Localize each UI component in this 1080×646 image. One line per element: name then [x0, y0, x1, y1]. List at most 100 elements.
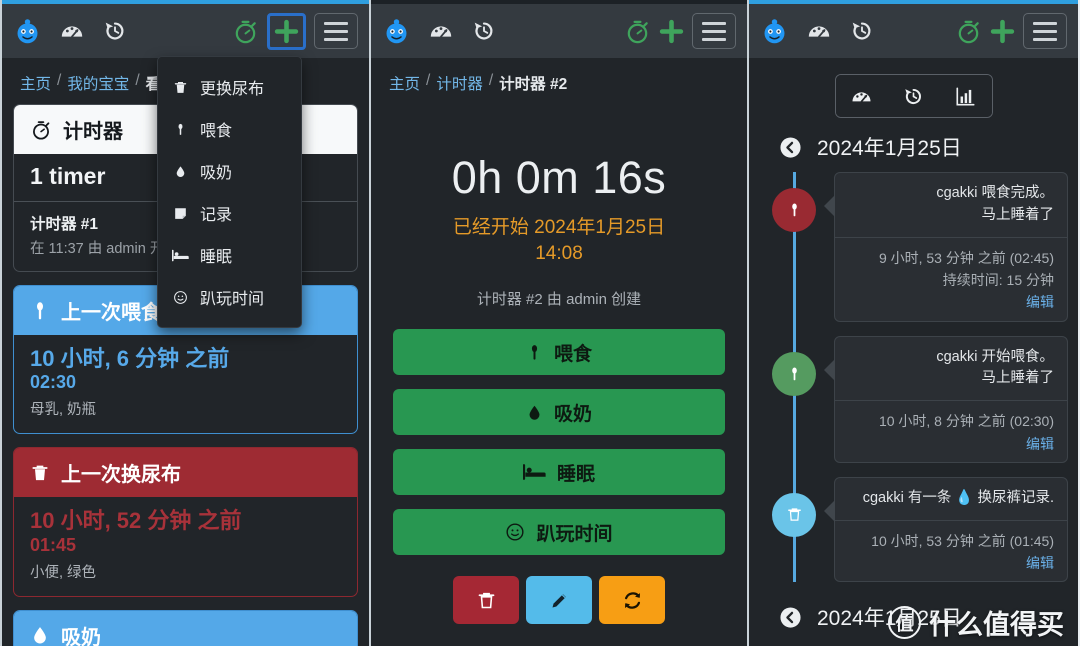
tummytime-button[interactable]: 趴玩时间	[393, 509, 725, 556]
last-feeding-title: 上一次喂食	[61, 302, 161, 324]
last-diaper-header: 上一次换尿布	[14, 448, 357, 498]
segment-dashboard[interactable]	[835, 75, 888, 117]
last-diaper-time: 01:45	[30, 534, 77, 555]
mid-breadcrumb: 主页 / 计时器 / 计时器 #2	[371, 58, 747, 104]
timeline-edit-link[interactable]: 编辑	[1026, 294, 1054, 310]
right-navbar	[749, 4, 1078, 58]
menu-item-note[interactable]: 记录	[158, 192, 301, 234]
stopwatch-icon[interactable]	[232, 18, 259, 45]
breadcrumb-baby[interactable]: 我的宝宝	[67, 72, 129, 94]
view-switcher	[749, 74, 1078, 118]
timeline-head-line1: cgakki 有一条 💧 换尿裤记录.	[862, 489, 1054, 506]
add-entry-button[interactable]	[659, 19, 684, 44]
middle-panel: 主页 / 计时器 / 计时器 #2 0h 0m 16s 已经开始 2024年1月…	[371, 0, 749, 646]
mid-navbar	[371, 4, 747, 58]
last-feeding-note: 母乳, 奶瓶	[30, 402, 97, 419]
timeline-head-line2: 马上睡着了	[981, 370, 1055, 387]
timeline-dot-feeding-end	[772, 188, 816, 232]
menu-item-tummytime[interactable]: 趴玩时间	[158, 276, 301, 318]
timeline-card-head: cgakki 有一条 💧 换尿裤记录.	[835, 478, 1067, 521]
refresh-icon	[624, 592, 640, 609]
mid-breadcrumb-home[interactable]: 主页	[389, 72, 420, 94]
stopwatch-icon[interactable]	[955, 18, 982, 45]
add-entry-dropdown-menu[interactable]: 更换尿布 喂食 吸奶 记录 睡眠 趴玩时间	[157, 56, 302, 328]
timeline-edit-link[interactable]: 编辑	[1026, 555, 1054, 571]
smiley-icon	[506, 523, 525, 541]
timer-started-line2: 14:08	[535, 242, 583, 264]
timeline-foot-time: 9 小时, 53 分钟 之前 (02:45)	[878, 249, 1054, 266]
menu-item-pumping[interactable]: 吸奶	[158, 150, 301, 192]
hamburger-icon[interactable]	[314, 13, 358, 49]
segment-timeline[interactable]	[887, 75, 940, 117]
gauge-icon[interactable]	[59, 18, 85, 44]
pencil-icon	[552, 593, 566, 608]
droplet-icon	[529, 405, 540, 420]
last-diaper-body: 10 小时, 52 分钟 之前 01:45 小便, 绿色	[14, 497, 357, 595]
hamburger-icon[interactable]	[692, 13, 736, 49]
menu-item-diaper[interactable]: 更换尿布	[158, 66, 301, 108]
menu-item-feeding[interactable]: 喂食	[158, 108, 301, 150]
chart-icon	[956, 86, 975, 106]
menu-item-note-label: 记录	[200, 207, 233, 224]
pumping-button[interactable]: 吸奶	[393, 389, 725, 436]
timeline-card-foot: 10 小时, 53 分钟 之前 (01:45) 编辑	[835, 521, 1067, 582]
timeline-entry: cgakki 有一条 💧 换尿裤记录. 10 小时, 53 分钟 之前 (01:…	[749, 476, 1078, 583]
delete-timer-button[interactable]	[453, 576, 519, 625]
baby-face-icon[interactable]	[13, 17, 42, 46]
trash-icon	[478, 592, 494, 609]
refresh-timer-button[interactable]	[599, 576, 665, 625]
baby-face-icon[interactable]	[760, 17, 789, 46]
watermark: 值 什么值得买	[888, 603, 1064, 642]
timer-card-title: 计时器	[63, 121, 123, 143]
menu-item-sleep-label: 睡眠	[200, 249, 233, 266]
last-pumping-header: 吸奶	[14, 610, 357, 646]
chevron-left-circle-icon[interactable]	[779, 606, 802, 629]
spoon-icon	[791, 367, 797, 380]
gauge-icon[interactable]	[806, 18, 832, 44]
timeline: cgakki 喂食完成。 马上睡着了 9 小时, 53 分钟 之前 (02:45…	[749, 172, 1078, 583]
baby-face-icon[interactable]	[382, 17, 411, 46]
add-entry-button[interactable]	[990, 19, 1015, 44]
gauge-icon[interactable]	[428, 18, 454, 44]
breadcrumb-sep: /	[57, 72, 62, 89]
bed-icon	[522, 464, 546, 481]
watermark-logo: 值	[888, 606, 921, 639]
breadcrumb-sep-2: /	[135, 72, 140, 89]
segment-reports[interactable]	[939, 75, 992, 117]
timeline-entry: cgakki 喂食完成。 马上睡着了 9 小时, 53 分钟 之前 (02:45…	[749, 172, 1078, 322]
spoon-icon	[791, 203, 797, 217]
mid-breadcrumb-timers[interactable]: 计时器	[436, 72, 483, 94]
breadcrumb-home[interactable]: 主页	[20, 72, 51, 94]
spoon-icon	[531, 344, 538, 360]
feeding-button[interactable]: 喂食	[393, 329, 725, 376]
timeline-card: cgakki 有一条 💧 换尿裤记录. 10 小时, 53 分钟 之前 (01:…	[824, 476, 1068, 583]
timeline-head-line2: 马上睡着了	[981, 206, 1055, 223]
timeline-head-line1: cgakki 喂食完成。	[936, 185, 1054, 201]
mid-breadcrumb-sep-2: /	[488, 72, 494, 89]
timeline-edit-link[interactable]: 编辑	[1026, 436, 1054, 452]
chevron-left-circle-icon[interactable]	[779, 136, 802, 159]
left-navbar	[2, 4, 369, 58]
sleep-button[interactable]: 睡眠	[393, 449, 725, 496]
timer-started-line1: 已经开始 2024年1月25日	[452, 217, 666, 238]
note-icon	[172, 206, 189, 221]
segmented-control	[834, 74, 993, 118]
history-icon[interactable]	[849, 18, 875, 44]
history-icon[interactable]	[102, 18, 128, 44]
edit-timer-button[interactable]	[526, 576, 592, 625]
timeline-foot-time: 10 小时, 53 分钟 之前 (01:45)	[871, 532, 1054, 549]
timeline-card-foot: 10 小时, 8 分钟 之前 (02:30) 编辑	[835, 401, 1067, 462]
last-feeding-body: 10 小时, 6 分钟 之前 02:30 母乳, 奶瓶	[14, 335, 357, 433]
timer-elapsed: 0h 0m 16s	[451, 152, 667, 203]
menu-item-feeding-label: 喂食	[200, 123, 233, 140]
timeline-card-head: cgakki 喂食完成。 马上睡着了	[835, 173, 1067, 238]
hamburger-icon[interactable]	[1023, 13, 1067, 49]
spoon-icon	[37, 301, 43, 319]
menu-item-tummytime-label: 趴玩时间	[200, 291, 265, 308]
add-entry-button[interactable]	[267, 12, 306, 50]
stopwatch-icon[interactable]	[624, 18, 651, 45]
tummytime-button-label: 趴玩时间	[536, 523, 613, 545]
menu-item-sleep[interactable]: 睡眠	[158, 234, 301, 276]
history-icon[interactable]	[471, 18, 497, 44]
timer-created-by: 计时器 #2 由 admin 创建	[476, 291, 642, 309]
